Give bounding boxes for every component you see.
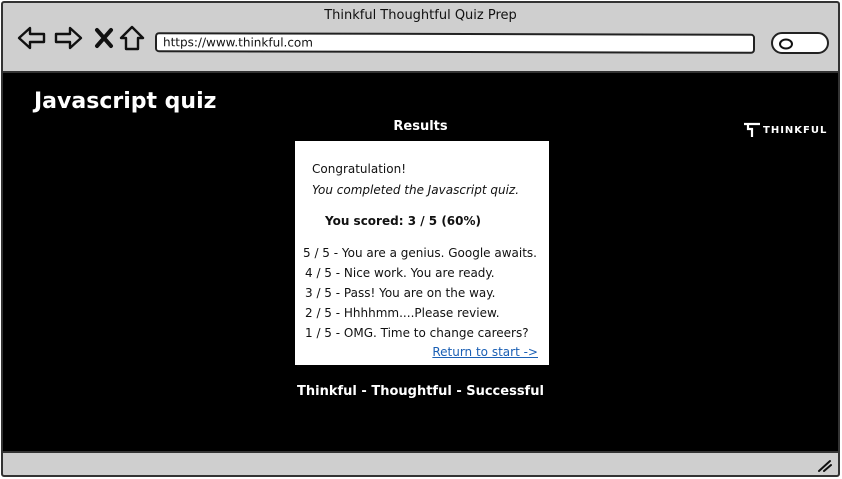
search-field[interactable] (771, 32, 829, 54)
score-percent: (60%) (441, 214, 482, 228)
scale-item: 4 / 5 - Nice work. You are ready. (305, 266, 495, 280)
score-prefix: You scored: (325, 214, 404, 228)
close-icon[interactable] (89, 23, 119, 53)
address-bar[interactable]: https://www.thinkful.com (154, 32, 756, 54)
congrats-message: Congratulation! (312, 162, 407, 176)
window-title: Thinkful Thoughtful Quiz Prep (324, 8, 517, 23)
score-value: 3 / 5 (407, 214, 438, 228)
browser-window: Thinkful Thoughtful Quiz Prep https://ww… (1, 1, 840, 477)
return-to-start-link[interactable]: Return to start -> (432, 345, 538, 359)
scale-item: 3 / 5 - Pass! You are on the way. (305, 286, 496, 300)
score-line: You scored: 3 / 5 (60%) (325, 214, 481, 228)
forward-icon[interactable] (53, 23, 83, 53)
status-bar (3, 451, 838, 475)
search-icon (779, 38, 793, 50)
back-icon[interactable] (17, 23, 47, 53)
results-heading: Results (393, 119, 448, 134)
tagline: Thinkful - Thoughtful - Successful (297, 384, 544, 399)
scale-item: 5 / 5 - You are a genius. Google awaits. (303, 246, 537, 260)
resize-grip-icon[interactable] (816, 458, 832, 472)
completed-message: You completed the Javascript quiz. (312, 183, 520, 197)
page-title: Javascript quiz (34, 89, 217, 114)
page-content: Javascript quiz THINKFUL Results Congrat… (3, 75, 838, 453)
browser-chrome: Thinkful Thoughtful Quiz Prep https://ww… (3, 3, 838, 73)
scale-item: 1 / 5 - OMG. Time to change careers? (305, 326, 529, 340)
scale-item: 2 / 5 - Hhhhmm....Please review. (305, 306, 500, 320)
results-card: Congratulation! You completed the Javasc… (295, 141, 549, 365)
home-icon[interactable] (117, 23, 147, 53)
